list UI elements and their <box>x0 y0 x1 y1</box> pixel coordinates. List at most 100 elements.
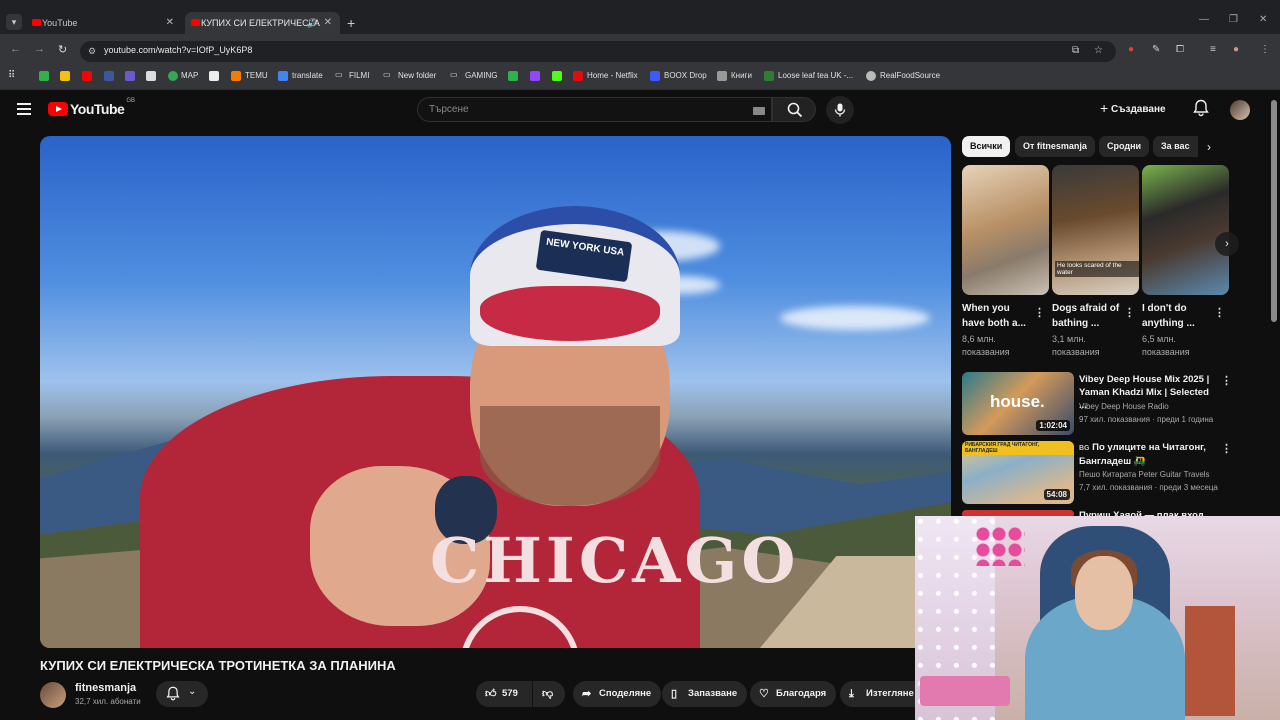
back-icon[interactable]: ← <box>10 43 21 55</box>
close-tab-icon[interactable]: ✕ <box>324 12 332 34</box>
channel-avatar[interactable] <box>40 682 66 708</box>
download-icon: ⤓ <box>849 688 854 700</box>
video-thumbnail[interactable]: РИБАРСКИЯ ГРАД ЧИТАГОНГ, БАНГЛАДЕШ 54:08 <box>962 441 1074 504</box>
bookmark-knigi[interactable]: Книги <box>731 71 752 80</box>
chevron-right-icon[interactable]: › <box>1215 232 1239 256</box>
minimize-icon[interactable]: — <box>1199 14 1209 25</box>
video-thumbnail[interactable]: house. 1:02:04 <box>962 372 1074 435</box>
bookmark-icon[interactable] <box>125 71 135 81</box>
new-tab-icon[interactable]: + <box>347 12 355 34</box>
create-label: Създаване <box>1110 104 1166 115</box>
bookmark-netflix[interactable]: Home - Netflix <box>587 71 638 80</box>
browser-tab-youtube[interactable]: YouTube ✕ <box>26 12 182 34</box>
bookmark-icon[interactable] <box>60 71 70 81</box>
bookmark-new-folder[interactable]: New folder <box>398 71 436 80</box>
bookmark-loose-leaf-tea[interactable]: Loose leaf tea UK -... <box>778 71 853 80</box>
search-input[interactable]: Търсене <box>417 97 772 122</box>
short-thumbnail[interactable]: He looks scared of the water <box>1052 165 1139 295</box>
language-badge: BG <box>1079 445 1090 452</box>
forward-icon[interactable]: → <box>34 43 45 55</box>
more-options-icon[interactable]: ⋮ <box>1214 306 1225 319</box>
video-duration: 1:02:04 <box>1036 420 1070 431</box>
download-button[interactable]: ⤓ Изтегляне <box>840 681 915 707</box>
bookmark-realfoodsource[interactable]: RealFoodSource <box>880 71 940 80</box>
tab-search-icon[interactable]: ▾ <box>6 14 22 30</box>
more-options-icon[interactable]: ⋮ <box>1124 306 1135 319</box>
bookmark-translate[interactable]: translate <box>292 71 323 80</box>
amazon-icon[interactable] <box>209 71 219 81</box>
subscription-bell-button[interactable]: ⌄ <box>156 681 208 707</box>
bookmark-temu[interactable]: TEMU <box>245 71 268 80</box>
chevron-right-icon[interactable]: › <box>1207 140 1211 154</box>
short-title[interactable]: When you have both a... <box>962 301 1032 331</box>
url-text[interactable]: youtube.com/watch?v=IOfP_UyK6P8 <box>104 45 252 55</box>
notifications-button[interactable] <box>1193 99 1209 122</box>
close-tab-icon[interactable]: ✕ <box>166 12 174 34</box>
short-title[interactable]: Dogs afraid of bathing ... <box>1052 301 1122 331</box>
channel-name[interactable]: fitnesmanja <box>75 682 136 694</box>
video-channel[interactable]: Пешо Китарата Peter Guitar Travels <box>1079 469 1239 481</box>
chip-from-channel[interactable]: От fitnesmanja <box>1015 136 1095 157</box>
site-info-icon[interactable]: ⚙ <box>88 46 96 57</box>
video-meta: 97 хил. показвания · преди 1 година <box>1079 415 1214 424</box>
maximize-icon[interactable]: ❐ <box>1229 14 1238 25</box>
more-options-icon[interactable]: ⋮ <box>1221 374 1232 387</box>
bookmark-filmi[interactable]: FILMI <box>349 71 369 80</box>
close-window-icon[interactable]: ✕ <box>1259 14 1267 25</box>
profile-icon[interactable]: ● <box>1233 44 1239 55</box>
save-button[interactable]: ▯ Запазване <box>662 681 748 707</box>
short-caption: He looks scared of the water <box>1055 261 1139 277</box>
short-thumbnail[interactable] <box>962 165 1049 295</box>
short-title[interactable]: I don't do anything ... <box>1142 301 1212 331</box>
browser-tab-video[interactable]: КУПИХ СИ ЕЛЕКТРИЧЕСКА 🔊 ✕ <box>185 12 340 34</box>
more-options-icon[interactable]: ⋮ <box>1034 306 1045 319</box>
video-player[interactable]: NEW YORK USA CHICAGO <box>40 136 951 648</box>
chip-all[interactable]: Всички <box>962 136 1011 157</box>
video-title[interactable]: BG По улиците на Читагонг, Бангладеш 🛺 <box>1079 441 1214 468</box>
media-control-icon[interactable]: ≡ <box>1210 44 1216 55</box>
kick-icon[interactable] <box>552 71 562 81</box>
video-channel[interactable]: Vibey Deep House Radio <box>1079 401 1239 413</box>
voice-search-button[interactable] <box>826 96 854 124</box>
apps-grid-icon[interactable]: ⠿ <box>8 70 15 81</box>
extensions-puzzle-icon[interactable]: ⧠ <box>1176 44 1184 55</box>
bookmark-icon[interactable] <box>82 71 92 81</box>
like-button[interactable]: 👍︎ 579 <box>476 681 532 707</box>
thanks-button[interactable]: ♡ Благодаря <box>750 681 837 707</box>
bookmark-icon[interactable] <box>146 71 156 81</box>
short-views: 6,5 млн. показвания <box>1142 334 1190 357</box>
bookmark-icon[interactable] <box>39 71 49 81</box>
youtube-logo[interactable]: YouTube GB <box>48 98 135 117</box>
menu-dots-icon[interactable]: ⋮ <box>1260 44 1270 55</box>
dislike-button[interactable]: 👎︎ <box>533 681 565 707</box>
thanks-heart-icon: ♡ <box>759 688 769 700</box>
more-options-icon[interactable]: ⋮ <box>1221 442 1232 455</box>
page-scrollbar[interactable] <box>1271 100 1277 322</box>
chip-related[interactable]: Сродни <box>1099 136 1150 157</box>
reload-icon[interactable]: ↻ <box>58 43 67 56</box>
thanks-label: Благодаря <box>776 688 827 699</box>
search-button[interactable] <box>772 97 816 122</box>
url-bar[interactable]: ⚙ youtube.com/watch?v=IOfP_UyK6P8 ⧉ ☆ <box>80 41 1116 62</box>
bookmark-boox-drop[interactable]: BOOX Drop <box>664 71 707 80</box>
keyboard-icon[interactable] <box>753 107 765 115</box>
speaker-icon[interactable]: 🔊 <box>307 12 318 34</box>
thumbs-down-icon: 👎︎ <box>542 688 554 700</box>
short-thumbnail[interactable] <box>1142 165 1229 295</box>
twitch-icon[interactable] <box>530 71 540 81</box>
extension-icon[interactable]: ● <box>1128 44 1134 55</box>
tab-title: КУПИХ СИ ЕЛЕКТРИЧЕСКА <box>201 18 320 28</box>
bookmark-map[interactable]: MAP <box>181 71 198 80</box>
install-icon[interactable]: ⧉ <box>1072 45 1079 56</box>
bookmark-icon[interactable] <box>104 71 114 81</box>
hamburger-menu-icon[interactable] <box>17 103 31 115</box>
extension-icon[interactable]: ✎ <box>1152 44 1160 55</box>
create-button[interactable]: + Създаване <box>1100 99 1166 116</box>
bookmark-star-icon[interactable]: ☆ <box>1094 45 1103 56</box>
bookmark-icon[interactable] <box>508 71 518 81</box>
bookmark-gaming[interactable]: GAMING <box>465 71 497 80</box>
account-avatar[interactable] <box>1230 100 1250 120</box>
maps-icon <box>168 71 178 81</box>
chip-for-you[interactable]: За вас <box>1153 136 1198 157</box>
share-button[interactable]: ➦ Споделяне <box>573 681 662 707</box>
